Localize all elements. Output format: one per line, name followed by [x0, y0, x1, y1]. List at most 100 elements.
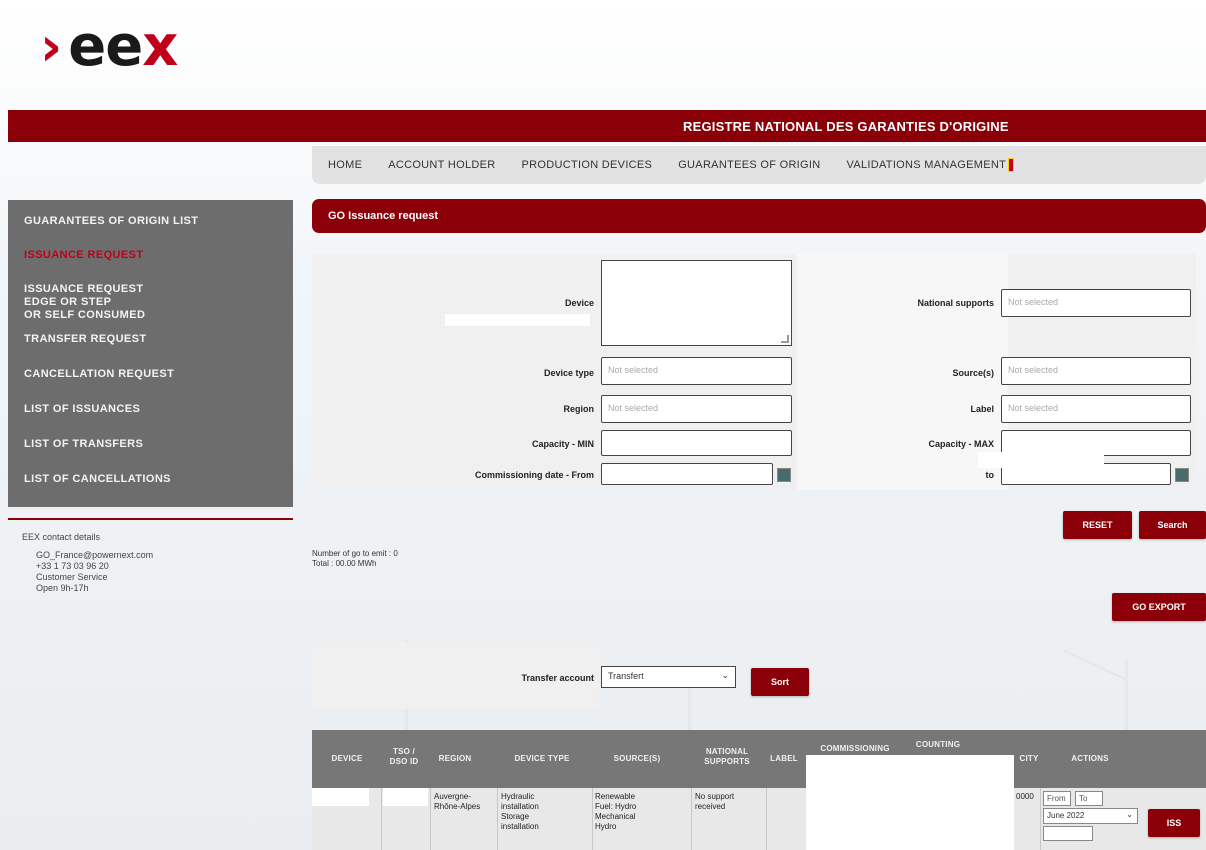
- column-header-tso[interactable]: TSO / DSO ID: [384, 747, 424, 767]
- month-select[interactable]: June 2022 ⌄: [1043, 808, 1138, 824]
- nav-validations-management[interactable]: VALIDATIONS MANAGEMENT: [847, 158, 1015, 172]
- transfer-account-select[interactable]: Transfert ⌄: [601, 666, 736, 688]
- nav-production-devices[interactable]: PRODUCTION DEVICES: [522, 159, 653, 171]
- device-textarea[interactable]: [601, 260, 792, 346]
- nav-account-holder[interactable]: ACCOUNT HOLDER: [388, 159, 495, 171]
- cell-line: Mechanical: [595, 812, 636, 821]
- column-header-label: REGION: [438, 754, 472, 763]
- sidebar-item-label: TRANSFER REQUEST: [24, 333, 147, 345]
- column-header-label: CITY: [1019, 754, 1039, 763]
- contact-heading: EEX contact details: [22, 532, 101, 542]
- contact-hours: Open 9h-17h: [36, 583, 89, 593]
- summary-info: Number of go to emit : 0 Total : 00.00 M…: [312, 549, 398, 569]
- sidebar-item-label: CANCELLATION REQUEST: [24, 368, 175, 380]
- column-header-label: LABEL: [770, 754, 798, 763]
- logo-text: ee: [68, 14, 143, 79]
- sidebar-item-list-transfers[interactable]: LIST OF TRANSFERS: [8, 438, 293, 450]
- row-action-button[interactable]: ISS: [1148, 809, 1200, 837]
- logo-text-x: x: [142, 14, 179, 79]
- column-divider: [691, 788, 692, 850]
- logo-chevron-icon: ›: [40, 15, 63, 78]
- sidebar-item-label: ISSUANCE REQUEST: [24, 249, 144, 261]
- cell-sources: Renewable Fuel: Hydro Mechanical Hydro: [595, 792, 689, 832]
- column-header-device[interactable]: DEVICE: [322, 754, 372, 764]
- sidebar-item-label: GUARANTEES OF ORIGIN LIST: [24, 215, 199, 227]
- period-from-input[interactable]: From: [1043, 791, 1071, 806]
- cell-region: Auvergne-Rhône-Alpes: [434, 792, 481, 811]
- column-header-label: COMMISSIONING: [820, 744, 890, 753]
- reset-button[interactable]: RESET: [1063, 511, 1132, 539]
- sidebar-item-label: EDGE OR STEP: [24, 296, 112, 308]
- calendar-icon[interactable]: [1175, 468, 1189, 482]
- go-export-button[interactable]: GO EXPORT: [1112, 593, 1206, 621]
- calendar-icon[interactable]: [777, 468, 791, 482]
- cell-line: installation: [501, 822, 539, 831]
- cell-line: Fuel: Hydro: [595, 802, 637, 811]
- quantity-input[interactable]: [1043, 826, 1093, 841]
- sidebar-item-list-issuances[interactable]: LIST OF ISSUANCES: [8, 403, 293, 415]
- column-header-label: TSO /: [393, 747, 415, 756]
- column-header-commissioning[interactable]: COMMISSIONING: [810, 744, 900, 754]
- column-header-label: COUNTING: [915, 740, 961, 749]
- column-header-label: SOURCE(S): [613, 754, 661, 763]
- commissioning-from-label: Commissioning date - From: [474, 470, 594, 480]
- sidebar-item-label: LIST OF CANCELLATIONS: [24, 473, 171, 485]
- sort-button[interactable]: Sort: [751, 668, 809, 696]
- registry-title: REGISTRE NATIONAL DES GARANTIES D'ORIGIN…: [683, 119, 1009, 134]
- sidebar-item-label: OR SELF CONSUMED: [24, 309, 146, 321]
- column-header-national-supports[interactable]: NATIONAL SUPPORTS: [692, 747, 762, 767]
- capacity-min-input[interactable]: [601, 430, 792, 456]
- column-header-label: DEVICE TYPE: [514, 754, 570, 763]
- capacity-min-label: Capacity - MIN: [531, 439, 594, 449]
- sidebar-item-list-cancellations[interactable]: LIST OF CANCELLATIONS: [8, 473, 293, 485]
- section-header: GO Issuance request: [312, 199, 1206, 233]
- cell-line: received: [695, 802, 726, 811]
- sources-select[interactable]: Not selected: [1001, 357, 1191, 385]
- sidebar-item-issuance-request[interactable]: ISSUANCE REQUEST: [8, 249, 293, 261]
- redacted-area: [312, 788, 369, 806]
- column-header-sources[interactable]: SOURCE(S): [602, 754, 672, 764]
- chevron-down-icon: ⌄: [721, 670, 729, 680]
- device-label: Device: [564, 298, 594, 308]
- contact-email[interactable]: GO_France@powernext.com: [22, 550, 279, 561]
- sidebar-item-transfer-request[interactable]: TRANSFER REQUEST: [8, 333, 293, 345]
- eex-logo[interactable]: › ee x: [40, 12, 178, 82]
- column-header-device-type[interactable]: DEVICE TYPE: [502, 754, 582, 764]
- cell-line: Hydro: [595, 822, 617, 831]
- column-header-region[interactable]: REGION: [430, 754, 480, 764]
- registry-header-bar: REGISTRE NATIONAL DES GARANTIES D'ORIGIN…: [8, 110, 1206, 142]
- sources-label: Source(s): [952, 368, 994, 378]
- column-header-label-col[interactable]: LABEL: [768, 754, 800, 764]
- device-type-select[interactable]: Not selected: [601, 357, 792, 385]
- column-divider: [1040, 788, 1041, 850]
- label-filter-label: Label: [970, 404, 994, 414]
- sidebar-item-go-list[interactable]: GUARANTEES OF ORIGIN LIST: [8, 215, 293, 227]
- region-select[interactable]: Not selected: [601, 395, 792, 423]
- column-header-actions[interactable]: ACTIONS: [1060, 754, 1120, 764]
- column-header-label: NATIONAL: [705, 747, 749, 756]
- cell-line: Renewable: [595, 792, 636, 801]
- column-header-city[interactable]: CITY: [1012, 754, 1046, 764]
- commissioning-from-input[interactable]: [601, 463, 773, 485]
- cell-line: Hydraulic: [501, 792, 535, 801]
- sidebar-item-label: ISSUANCE REQUEST: [24, 283, 144, 295]
- label-select[interactable]: Not selected: [1001, 395, 1191, 423]
- column-divider: [766, 788, 767, 850]
- sidebar-item-issuance-edge-step[interactable]: ISSUANCE REQUEST EDGE OR STEP OR SELF CO…: [8, 283, 293, 322]
- sidebar-item-cancellation-request[interactable]: CANCELLATION REQUEST: [8, 368, 293, 380]
- nav-guarantees-of-origin[interactable]: GUARANTEES OF ORIGIN: [678, 159, 820, 171]
- search-button[interactable]: Search: [1139, 511, 1206, 539]
- period-to-input[interactable]: To: [1075, 791, 1103, 806]
- cell-counting: 0000: [1016, 792, 1034, 801]
- region-label: Region: [563, 404, 595, 414]
- redacted-area: [978, 452, 1104, 468]
- redacted-area: [383, 788, 428, 806]
- notification-flag-icon: [1008, 158, 1015, 172]
- column-header-counting[interactable]: COUNTING: [908, 740, 968, 750]
- national-supports-label: National supports: [917, 298, 994, 308]
- column-header-label: ACTIONS: [1071, 754, 1109, 763]
- column-divider: [381, 788, 382, 850]
- national-supports-select[interactable]: Not selected: [1001, 289, 1191, 317]
- nav-home[interactable]: HOME: [328, 159, 362, 171]
- column-divider: [592, 788, 593, 850]
